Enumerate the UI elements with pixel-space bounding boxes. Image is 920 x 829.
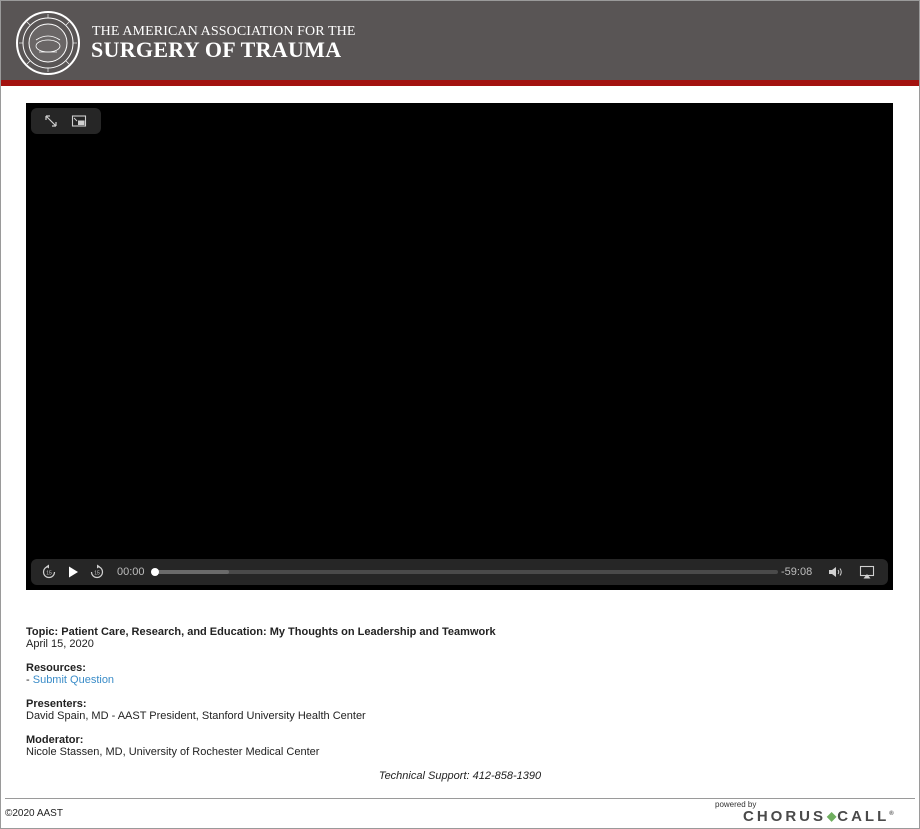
- svg-text:15: 15: [94, 571, 100, 577]
- resource-prefix: -: [26, 674, 33, 686]
- expand-icon[interactable]: [43, 113, 59, 129]
- current-time: 00:00: [117, 566, 145, 578]
- topic-title: Patient Care, Research, and Education: M…: [61, 626, 496, 638]
- submit-question-link[interactable]: Submit Question: [33, 674, 114, 686]
- topic-block: Topic: Patient Care, Research, and Educa…: [26, 626, 496, 650]
- skip-forward-icon[interactable]: 15: [89, 564, 105, 580]
- moderator-name: Nicole Stassen, MD, University of Roches…: [26, 746, 320, 758]
- presenters-label: Presenters:: [26, 698, 87, 710]
- video-player[interactable]: 15 15 00:00 -59:08: [26, 103, 893, 590]
- seek-handle[interactable]: [151, 568, 159, 576]
- aast-seal-logo: [16, 11, 80, 75]
- volume-icon[interactable]: [827, 564, 843, 580]
- moderator-label: Moderator:: [26, 734, 84, 746]
- airplay-icon[interactable]: [859, 564, 875, 580]
- event-info: Topic: Patient Care, Research, and Educa…: [26, 626, 496, 770]
- skip-back-icon[interactable]: 15: [41, 564, 57, 580]
- seek-bar[interactable]: [151, 568, 778, 576]
- diamond-icon: ◆: [827, 809, 837, 823]
- top-control-bar: [31, 108, 101, 134]
- moderator-block: Moderator: Nicole Stassen, MD, Universit…: [26, 734, 496, 758]
- picture-in-picture-icon[interactable]: [71, 113, 87, 129]
- svg-text:15: 15: [46, 571, 52, 577]
- play-icon[interactable]: [65, 564, 81, 580]
- remaining-time: -59:08: [781, 566, 813, 578]
- header-stripe: [1, 80, 919, 86]
- site-header: THE AMERICAN ASSOCIATION FOR THE SURGERY…: [1, 1, 919, 80]
- brand-right: CALL: [837, 808, 890, 825]
- topic-line: Topic: Patient Care, Research, and Educa…: [26, 626, 496, 638]
- presenter-name: David Spain, MD - AAST President, Stanfo…: [26, 710, 366, 722]
- event-date: April 15, 2020: [26, 638, 94, 650]
- footer-divider: [5, 798, 915, 799]
- brand-left: CHORUS: [743, 808, 827, 825]
- technical-support: Technical Support: 412-858-1390: [378, 770, 542, 782]
- resource-item: - Submit Question: [26, 674, 496, 686]
- buffer-bar: [154, 570, 229, 574]
- topic-label: Topic:: [26, 626, 59, 638]
- presenters-block: Presenters: David Spain, MD - AAST Presi…: [26, 698, 496, 722]
- resources-block: Resources: - Submit Question: [26, 662, 496, 686]
- chorus-call-logo: CHORUS◆CALL®: [743, 808, 894, 825]
- registered-mark: ®: [889, 811, 894, 817]
- resources-label: Resources:: [26, 662, 86, 674]
- org-title-line2: SURGERY OF TRAUMA: [91, 37, 342, 62]
- bottom-control-bar: 15 15 00:00 -59:08: [31, 559, 888, 585]
- copyright: ©2020 AAST: [5, 808, 63, 819]
